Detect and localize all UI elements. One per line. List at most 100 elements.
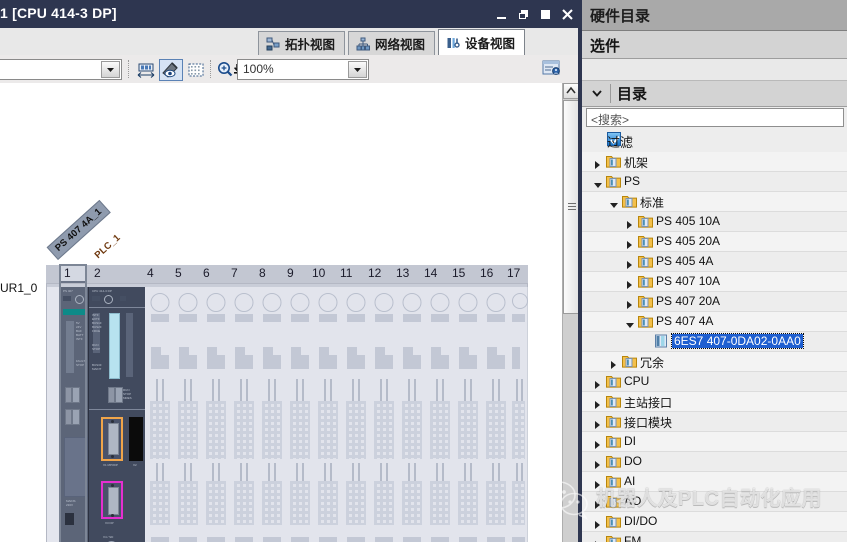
tree-item-cpu[interactable]: CPU xyxy=(582,372,847,392)
grid-icon[interactable] xyxy=(184,59,208,81)
chevron-right-icon[interactable] xyxy=(594,418,601,429)
maximize-icon[interactable] xyxy=(539,8,552,21)
chevron-down-icon[interactable] xyxy=(610,198,618,208)
chevron-right-icon[interactable] xyxy=(594,398,601,409)
module-info-icon[interactable] xyxy=(540,58,562,78)
chevron-right-icon[interactable] xyxy=(594,518,601,529)
chevron-right-icon[interactable] xyxy=(594,478,601,489)
tree-item-label: PS 407 4A xyxy=(656,314,714,328)
tree-item-label: FM xyxy=(624,534,642,542)
tree-item-fm[interactable]: FM xyxy=(582,532,847,542)
tree-item-ai[interactable]: AI xyxy=(582,472,847,492)
tree-item-interface-module[interactable]: 接口模块 xyxy=(582,412,847,432)
fit-width-icon[interactable] xyxy=(134,59,158,81)
chevron-down-icon[interactable] xyxy=(590,86,604,100)
chevron-right-icon[interactable] xyxy=(594,538,601,542)
folder-icon xyxy=(638,314,653,328)
catalog-section-header[interactable]: 目录 xyxy=(582,81,847,107)
chevron-down-icon[interactable] xyxy=(594,178,602,188)
catalog-filter-row[interactable]: 过滤 xyxy=(582,131,847,151)
restore-icon[interactable] xyxy=(517,8,530,21)
tree-item-di-do[interactable]: DI/DO xyxy=(582,512,847,532)
module-slot-15-empty[interactable] xyxy=(454,287,483,542)
tree-item-ps-405-20a[interactable]: PS 405 20A xyxy=(582,232,847,252)
chevron-right-icon[interactable] xyxy=(626,298,633,309)
module-slot-8-empty[interactable] xyxy=(258,287,287,542)
module-visibility-icon[interactable] xyxy=(159,59,183,81)
catalog-section-label: 目录 xyxy=(617,86,648,103)
chevron-right-icon[interactable] xyxy=(626,218,633,229)
tree-item-standard[interactable]: 标准 xyxy=(582,192,847,212)
module-slot-9-empty[interactable] xyxy=(286,287,315,542)
tab-network-view[interactable]: 网络视图 xyxy=(347,31,435,55)
search-input[interactable]: <搜索> xyxy=(586,108,844,127)
folder-icon xyxy=(638,294,653,308)
tree-item-label: 机架 xyxy=(624,156,649,170)
chevron-down-icon[interactable] xyxy=(348,61,367,78)
chevron-down-icon[interactable] xyxy=(626,318,634,328)
module-slot-5-empty[interactable] xyxy=(174,287,203,542)
catalog-options-header[interactable]: 选件 xyxy=(582,31,847,59)
tree-item-di[interactable]: DI xyxy=(582,432,847,452)
chevron-right-icon[interactable] xyxy=(626,258,633,269)
chevron-right-icon[interactable] xyxy=(626,278,633,289)
module-slot-13-empty[interactable] xyxy=(398,287,427,542)
device-select-input[interactable] xyxy=(0,59,122,80)
tree-item-label: PS 407 20A xyxy=(656,294,721,308)
module-slot-10-empty[interactable] xyxy=(314,287,343,542)
module-name-labels: PS 407 4A_1 PLC_1 xyxy=(46,188,218,261)
chevron-right-icon[interactable] xyxy=(594,378,601,389)
module-slot-6-empty[interactable] xyxy=(202,287,231,542)
chevron-down-icon[interactable] xyxy=(101,61,120,78)
minimize-icon[interactable] xyxy=(495,8,508,21)
tree-item-rack[interactable]: 机架 xyxy=(582,152,847,172)
tree-item-ps-405-10a[interactable]: PS 405 10A xyxy=(582,212,847,232)
slot-number: 17 xyxy=(507,266,521,280)
catalog-tree[interactable]: 机架 PS 标准 PS 405 10A PS 405 20A PS 405 4A… xyxy=(582,152,847,542)
chevron-right-icon[interactable] xyxy=(594,158,601,169)
scrollbar-thumb[interactable] xyxy=(563,100,579,314)
module-slot-16-empty[interactable] xyxy=(482,287,511,542)
folder-icon xyxy=(638,274,653,288)
tree-item-order-number-selected[interactable]: 6ES7 407-0DA02-0AA0 xyxy=(582,332,847,352)
tab-device-view[interactable]: 设备视图 xyxy=(437,29,525,55)
tree-item-ps-407-20a[interactable]: PS 407 20A xyxy=(582,292,847,312)
tree-item-do[interactable]: DO xyxy=(582,452,847,472)
module-slot-1-ps[interactable]: PS 407 5V 24V BAF BATT INTF FAULT STOP M… xyxy=(60,287,89,542)
chevron-right-icon[interactable] xyxy=(594,458,601,469)
tree-item-label: PS 405 4A xyxy=(656,254,714,268)
device-view-scrollbar[interactable] xyxy=(562,83,579,542)
tree-item-ps-407-10a[interactable]: PS 407 10A xyxy=(582,272,847,292)
device-view-canvas[interactable]: UR1_0 PS 407 4A_1 PLC_1 1 2 4 5 6 7 8 9 … xyxy=(0,83,562,542)
tree-item-ao[interactable]: AO xyxy=(582,492,847,512)
module-slot-2-cpu[interactable]: CPU 414-3 DP INTF EXTF BUS1F BUS2F FRCE RUN S… xyxy=(89,287,145,542)
chevron-right-icon[interactable] xyxy=(594,498,601,509)
search-placeholder: <搜索> xyxy=(591,113,630,127)
dp-port[interactable] xyxy=(101,481,123,519)
zoom-level-input[interactable]: 100% xyxy=(237,59,369,80)
close-icon[interactable] xyxy=(561,8,574,21)
tab-topology-view[interactable]: 拓扑视图 xyxy=(257,31,345,55)
tree-item-master-interface[interactable]: 主站接口 xyxy=(582,392,847,412)
module-slot-11-empty[interactable] xyxy=(342,287,371,542)
tree-item-ps[interactable]: PS xyxy=(582,172,847,192)
rack-name-label: UR1_0 xyxy=(0,281,38,295)
chevron-right-icon[interactable] xyxy=(626,238,633,249)
mpi-dp-port[interactable] xyxy=(101,417,123,461)
module-slot-14-empty[interactable] xyxy=(426,287,455,542)
module-icon xyxy=(654,334,669,348)
scroll-up-icon[interactable] xyxy=(563,83,579,99)
tree-item-ps-407-4a[interactable]: PS 407 4A xyxy=(582,312,847,332)
chevron-right-icon[interactable] xyxy=(610,358,617,369)
chevron-right-icon[interactable] xyxy=(594,438,601,449)
module-slot-12-empty[interactable] xyxy=(370,287,399,542)
device-icon xyxy=(446,36,460,50)
tree-item-ps-405-4a[interactable]: PS 405 4A xyxy=(582,252,847,272)
module-slot-17-empty[interactable] xyxy=(510,287,528,542)
folder-icon xyxy=(638,234,653,248)
tree-item-redundant[interactable]: 冗余 xyxy=(582,352,847,372)
folder-icon xyxy=(638,254,653,268)
module-slot-7-empty[interactable] xyxy=(230,287,259,542)
slot-number: 8 xyxy=(259,266,266,280)
module-slot-4-empty[interactable] xyxy=(146,287,175,542)
